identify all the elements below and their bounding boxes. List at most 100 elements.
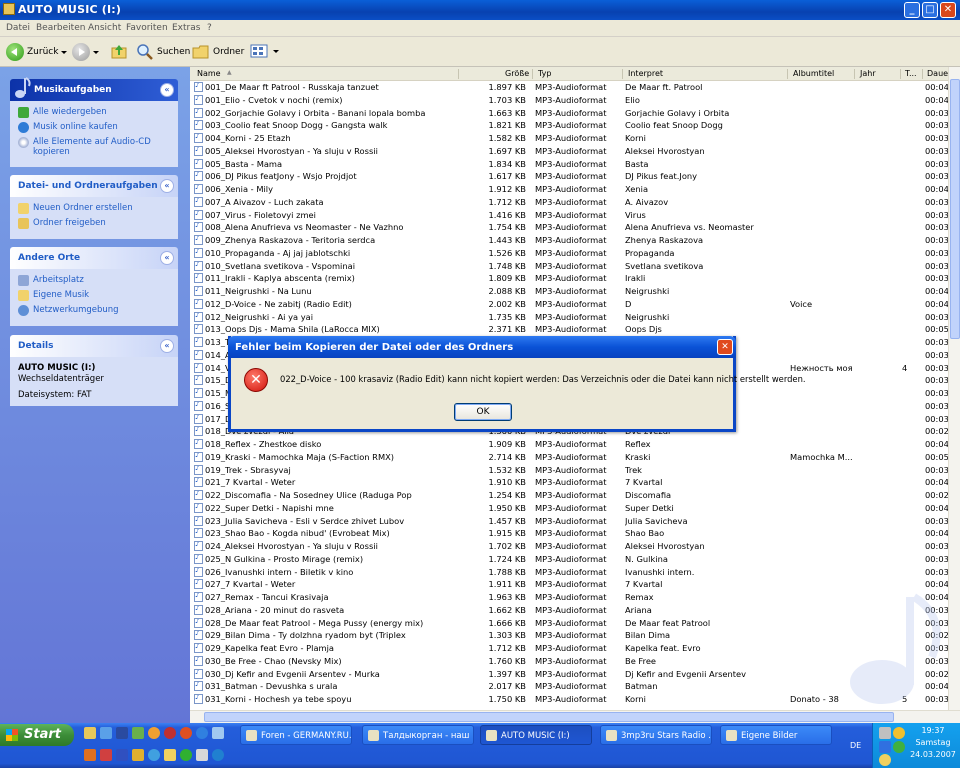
search-button[interactable]: Suchen	[136, 43, 190, 61]
up-button[interactable]	[110, 43, 128, 61]
collapse-icon[interactable]: «	[160, 251, 174, 265]
tray-icon[interactable]	[879, 727, 891, 739]
col-duration[interactable]: Daue	[927, 69, 948, 78]
table-row[interactable]: 018_Reflex - Zhestkoe disko 1.909 KB MP3-A…	[190, 438, 948, 451]
table-row[interactable]: 029_Bilan Dima - Ty dolzhna ryadom byt (…	[190, 629, 948, 642]
tray-icon[interactable]	[893, 741, 905, 753]
table-row[interactable]: 005_Aleksei Hvorostyan - Ya sluju v Ross…	[190, 145, 948, 158]
table-row[interactable]: 010_Svetlana svetikova - Vspominai 1.748 …	[190, 260, 948, 273]
table-row[interactable]: 007_Virus - Fioletovyi zmei 1.416 KB MP3-A…	[190, 209, 948, 222]
table-row[interactable]: 019_Kraski - Mamochka Maja (S-Faction RM…	[190, 451, 948, 464]
task-new-folder[interactable]: Neuen Ordner erstellen	[18, 203, 170, 214]
language-indicator[interactable]: DE	[850, 741, 861, 750]
collapse-icon[interactable]: «	[160, 83, 174, 97]
col-name[interactable]: Name	[197, 69, 221, 78]
menu-file[interactable]: Datei	[6, 23, 30, 33]
col-type[interactable]: Typ	[538, 69, 551, 78]
menu-edit[interactable]: Bearbeiten	[36, 23, 85, 33]
taskbar-task-pictures[interactable]: Eigene Bilder	[720, 725, 832, 745]
quicklaunch-icon[interactable]	[100, 727, 112, 739]
table-row[interactable]: 022_Discomafia - Na Sosedney Ulice (Radu…	[190, 489, 948, 502]
table-row[interactable]: 025_N Gulkina - Prosto Mirage (remix) 1.7…	[190, 553, 948, 566]
table-row[interactable]: 002_Gorjachie Golavy i Orbita - Banani l…	[190, 107, 948, 120]
table-row[interactable]: 012_Neigrushki - Ai ya yai 1.735 KB MP3-Au…	[190, 311, 948, 324]
table-row[interactable]: 031_Korni - Hochesh ya tebe spoyu 1.750 K…	[190, 693, 948, 706]
close-button[interactable]: ✕	[940, 2, 956, 18]
table-row[interactable]: 003_Coolio feat Snoop Dogg - Gangsta wal…	[190, 119, 948, 132]
table-row[interactable]: 011_Irakli - Kaplya abscenta (remix) 1.80…	[190, 272, 948, 285]
menu-view[interactable]: Ansicht	[88, 23, 121, 33]
menu-favorites[interactable]: Favoriten	[126, 23, 168, 33]
quicklaunch-icon[interactable]	[196, 749, 208, 761]
minimize-button[interactable]: _	[904, 2, 920, 18]
dialog-close-button[interactable]: ✕	[717, 339, 733, 355]
quicklaunch-icon[interactable]	[148, 727, 160, 739]
start-button[interactable]: Start	[0, 724, 74, 746]
table-row[interactable]: 011_Neigrushki - Na Lunu 2.088 KB MP3-Audi…	[190, 285, 948, 298]
task-buy-music[interactable]: Musik online kaufen	[18, 122, 170, 133]
table-row[interactable]: 012_D-Voice - Ne zabitj (Radio Edit) 2.00…	[190, 298, 948, 311]
back-button[interactable]: Zurück	[6, 43, 68, 61]
views-button[interactable]	[250, 43, 279, 59]
collapse-icon[interactable]: «	[160, 339, 174, 353]
table-row[interactable]: 027_7 Kvartal - Weter 1.911 KB MP3-Audiofo…	[190, 578, 948, 591]
quicklaunch-icon[interactable]	[180, 749, 192, 761]
tray-icon[interactable]	[879, 741, 891, 753]
quicklaunch-icon[interactable]	[100, 749, 112, 761]
table-row[interactable]: 028_De Maar feat Patrool - Mega Pussy (e…	[190, 617, 948, 630]
quicklaunch-icon[interactable]	[212, 727, 224, 739]
quicklaunch-icon[interactable]	[180, 727, 192, 739]
table-row[interactable]: 001_De Maar ft Patrool - Russkaja tanzue…	[190, 81, 948, 94]
quicklaunch-icon[interactable]	[164, 749, 176, 761]
table-row[interactable]: 013_Oops Djs - Mama Shila (LaRocca MIX) 2…	[190, 323, 948, 336]
table-row[interactable]: 010_Propaganda - Aj jaj jablotschki 1.526…	[190, 247, 948, 260]
table-row[interactable]: 007_A Aivazov - Luch zakata 1.712 KB MP3-A…	[190, 196, 948, 209]
quicklaunch-icon[interactable]	[132, 727, 144, 739]
table-row[interactable]: 026_Ivanushki intern - Biletik v kino 1.7…	[190, 566, 948, 579]
music-tasks-header[interactable]: Musikaufgaben «	[10, 77, 178, 101]
other-places-header[interactable]: Andere Orte «	[10, 247, 178, 269]
quicklaunch-icon[interactable]	[196, 727, 208, 739]
vertical-scrollbar[interactable]	[948, 67, 960, 710]
taskbar-task-explorer[interactable]: AUTO MUSIC (I:)	[480, 725, 592, 745]
quicklaunch-icon[interactable]	[148, 749, 160, 761]
details-header[interactable]: Details «	[10, 335, 178, 357]
clock[interactable]: 19:37 Samstag 24.03.2007	[906, 725, 960, 761]
col-year[interactable]: Jahr	[860, 69, 876, 78]
place-network[interactable]: Netzwerkumgebung	[18, 305, 170, 316]
quicklaunch-icon[interactable]	[164, 727, 176, 739]
place-my-music[interactable]: Eigene Musik	[18, 290, 170, 301]
table-row[interactable]: 031_Batman - Devushka s urala 2.017 KB MP3…	[190, 680, 948, 693]
table-row[interactable]: 030_Be Free - Chao (Nevsky Mix) 1.760 KB M…	[190, 655, 948, 668]
table-row[interactable]: 027_Remax - Tancui Krasivaja 1.963 KB MP3-…	[190, 591, 948, 604]
table-row[interactable]: 001_Elio - Cvetok v nochi (remix) 1.703 K…	[190, 94, 948, 107]
table-row[interactable]: 006_DJ Pikus featJony - Wsjo Projdjot 1.6…	[190, 170, 948, 183]
table-row[interactable]: 009_Zhenya Raskazova - Teritoria serdca 1…	[190, 234, 948, 247]
collapse-icon[interactable]: «	[160, 179, 174, 193]
table-row[interactable]: 022_Super Detki - Napishi mne 1.950 KB MP3…	[190, 502, 948, 515]
table-row[interactable]: 024_Aleksei Hvorostyan - Ya sluju v Ross…	[190, 540, 948, 553]
quicklaunch-icon[interactable]	[132, 749, 144, 761]
folders-button[interactable]: Ordner	[192, 43, 244, 61]
taskbar-task-browser[interactable]: Талдыкорган - наш ...	[362, 725, 474, 745]
menu-help[interactable]: ?	[207, 23, 212, 33]
table-row[interactable]: 004_Korni - 25 Etazh 1.582 KB MP3-Audiofor…	[190, 132, 948, 145]
dialog-title-bar[interactable]: Fehler beim Kopieren der Datei oder des …	[228, 336, 736, 358]
task-share-folder[interactable]: Ordner freigeben	[18, 218, 170, 229]
task-play-all[interactable]: Alle wiedergeben	[18, 107, 170, 118]
forward-button[interactable]	[72, 43, 99, 61]
quicklaunch-icon[interactable]	[116, 749, 128, 761]
quicklaunch-icon[interactable]	[212, 749, 224, 761]
table-row[interactable]: 030_Dj Kefir and Evgenii Arsentev - Murk…	[190, 668, 948, 681]
maximize-button[interactable]: □	[922, 2, 938, 18]
task-copy-to-cd[interactable]: Alle Elemente auf Audio-CD kopieren	[18, 137, 170, 157]
quicklaunch-icon[interactable]	[84, 749, 96, 761]
menu-tools[interactable]: Extras	[172, 23, 200, 33]
table-row[interactable]: 029_Kapelka feat Evro - Plamja 1.712 KB MP…	[190, 642, 948, 655]
file-tasks-header[interactable]: Datei- und Ordneraufgaben «	[10, 175, 178, 197]
col-album[interactable]: Albumtitel	[793, 69, 834, 78]
col-size[interactable]: Größe	[505, 69, 529, 78]
tray-icon[interactable]	[893, 727, 905, 739]
table-row[interactable]: 023_Shao Bao - Kogda nibud' (Evrobeat Mi…	[190, 527, 948, 540]
col-track[interactable]: T...	[905, 69, 917, 78]
